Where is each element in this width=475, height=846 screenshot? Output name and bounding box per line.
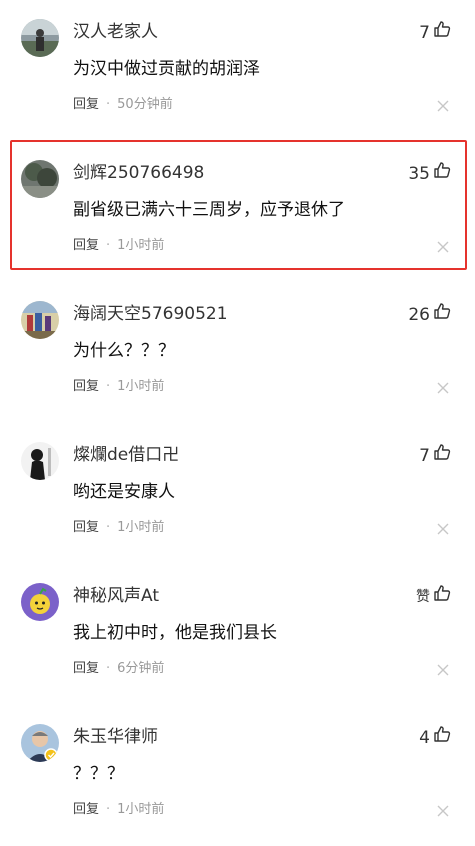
like-count: 4 [419, 727, 430, 748]
avatar[interactable] [21, 724, 59, 762]
close-icon[interactable] [437, 802, 449, 817]
separator-dot: · [106, 661, 111, 676]
comment-item: 汉人老家人 7 为汉中做过贡献的胡润泽 回复 · 50分钟前 [0, 0, 475, 141]
reply-button[interactable]: 回复 [73, 238, 99, 253]
comment-text: 为汉中做过贡献的胡润泽 [73, 59, 260, 79]
comment-meta: 回复 · 1小时前 [73, 237, 164, 255]
comment-item: 朱玉华律师 4 ？？？ 回复 · 1小时前 [0, 705, 475, 846]
comment-text: ？？？ [73, 764, 124, 784]
comment-item: 剑辉250766498 35 副省级已满六十三周岁，应予退休了 回复 · 1小时前 [0, 141, 475, 282]
like-count: 7 [419, 445, 430, 466]
timestamp: 1小时前 [117, 520, 165, 535]
reply-button[interactable]: 回复 [73, 661, 99, 676]
comment-meta: 回复 · 1小时前 [73, 801, 164, 819]
avatar[interactable] [21, 583, 59, 621]
like-label: 赞 [416, 588, 430, 605]
username[interactable]: 剑辉250766498 [73, 161, 204, 185]
close-icon[interactable] [437, 238, 449, 253]
close-icon[interactable] [437, 379, 449, 394]
comment-text: 哟还是安康人 [73, 482, 175, 502]
thumbs-up-icon [433, 725, 451, 750]
separator-dot: · [106, 802, 111, 817]
close-icon[interactable] [437, 661, 449, 676]
comment-meta: 回复 · 1小时前 [73, 378, 164, 396]
close-icon[interactable] [437, 520, 449, 535]
like-count: 26 [408, 304, 430, 325]
timestamp: 1小时前 [117, 379, 165, 394]
reply-button[interactable]: 回复 [73, 802, 99, 817]
close-icon[interactable] [437, 97, 449, 112]
thumbs-up-icon [433, 161, 451, 186]
comment-item: 海阔天空57690521 26 为什么？？？ 回复 · 1小时前 [0, 282, 475, 423]
timestamp: 1小时前 [117, 802, 165, 817]
separator-dot: · [106, 238, 111, 253]
username[interactable]: 燦爛de借口卍 [73, 443, 179, 467]
like-button[interactable]: 7 [419, 20, 451, 45]
avatar[interactable] [21, 160, 59, 198]
username[interactable]: 朱玉华律师 [73, 725, 158, 749]
separator-dot: · [106, 379, 111, 394]
like-count: 35 [408, 163, 430, 184]
like-button[interactable]: 赞 [416, 584, 451, 609]
comment-text: 我上初中时，他是我们县长 [73, 623, 277, 643]
like-button[interactable]: 35 [408, 161, 451, 186]
reply-button[interactable]: 回复 [73, 97, 99, 112]
avatar[interactable] [21, 19, 59, 57]
thumbs-up-icon [433, 584, 451, 609]
username[interactable]: 神秘风声At [73, 584, 159, 608]
avatar[interactable] [21, 301, 59, 339]
comment-text: 为什么？？？ [73, 341, 175, 361]
comment-meta: 回复 · 50分钟前 [73, 96, 173, 114]
username[interactable]: 海阔天空57690521 [73, 302, 228, 326]
like-button[interactable]: 26 [408, 302, 451, 327]
comment-item: 神秘风声At 赞 我上初中时，他是我们县长 回复 · 6分钟前 [0, 564, 475, 705]
comment-meta: 回复 · 1小时前 [73, 519, 164, 537]
like-count: 7 [419, 22, 430, 43]
comment-text: 副省级已满六十三周岁，应予退休了 [73, 200, 345, 220]
like-button[interactable]: 4 [419, 725, 451, 750]
separator-dot: · [106, 520, 111, 535]
comment-meta: 回复 · 6分钟前 [73, 660, 164, 678]
reply-button[interactable]: 回复 [73, 520, 99, 535]
reply-button[interactable]: 回复 [73, 379, 99, 394]
thumbs-up-icon [433, 443, 451, 468]
thumbs-up-icon [433, 20, 451, 45]
thumbs-up-icon [433, 302, 451, 327]
comment-item: 燦爛de借口卍 7 哟还是安康人 回复 · 1小时前 [0, 423, 475, 564]
avatar[interactable] [21, 442, 59, 480]
timestamp: 1小时前 [117, 238, 165, 253]
timestamp: 6分钟前 [117, 661, 165, 676]
separator-dot: · [106, 97, 111, 112]
username[interactable]: 汉人老家人 [73, 20, 158, 44]
timestamp: 50分钟前 [117, 97, 173, 112]
like-button[interactable]: 7 [419, 443, 451, 468]
